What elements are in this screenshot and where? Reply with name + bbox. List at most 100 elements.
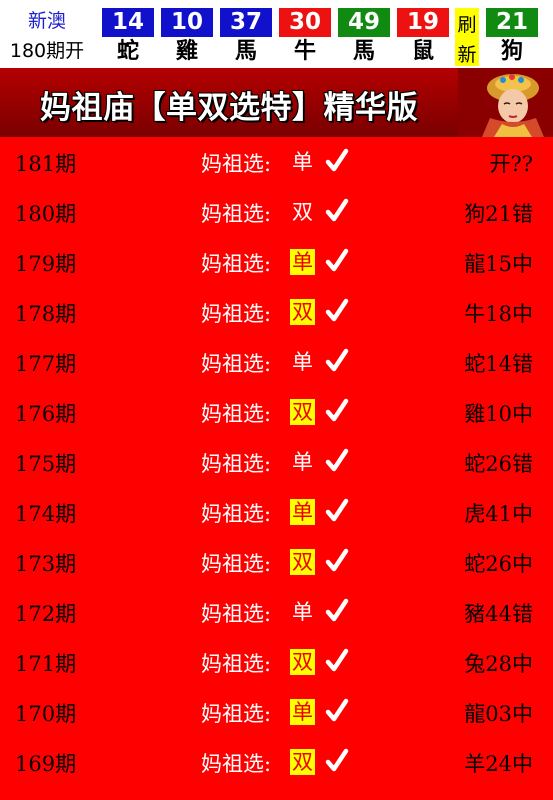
- prediction-row: 169期 妈祖选: 双 羊24中: [0, 737, 553, 787]
- result-label: 龍15中: [464, 252, 533, 276]
- prediction-row: 170期 妈祖选: 单 龍03中: [0, 687, 553, 737]
- result-label: 狗21错: [464, 202, 533, 226]
- period-label: 177期: [15, 352, 77, 376]
- result-ball: 30 牛: [277, 8, 333, 66]
- result-label: 豬44错: [464, 602, 533, 626]
- refresh-label-top: 刷: [457, 14, 477, 36]
- ball-zodiac: 鼠: [411, 38, 434, 64]
- ball-number: 14: [102, 8, 154, 37]
- period-label: 176期: [15, 402, 77, 426]
- ball-zodiac: 雞: [175, 38, 198, 64]
- ball-number: 21: [486, 8, 538, 37]
- banner: 妈祖庙【单双选特】精华版: [0, 68, 553, 137]
- pick-label: 妈祖选:: [201, 752, 272, 776]
- period-label: 170期: [15, 702, 77, 726]
- pick-label: 妈祖选:: [201, 352, 272, 376]
- result-label: 蛇14错: [464, 352, 533, 376]
- checkmark-icon: [325, 298, 349, 322]
- checkmark-icon: [325, 248, 349, 272]
- prediction-row: 179期 妈祖选: 单 龍15中: [0, 237, 553, 287]
- ball-zodiac: 馬: [234, 38, 257, 64]
- pick-value: 双: [290, 399, 315, 425]
- period-label: 172期: [15, 602, 77, 626]
- pick-label: 妈祖选:: [201, 552, 272, 576]
- result-ball: 49 馬: [336, 8, 392, 66]
- prediction-row: 177期 妈祖选: 单 蛇14错: [0, 337, 553, 387]
- checkmark-icon: [325, 348, 349, 372]
- prediction-row: 178期 妈祖选: 双 牛18中: [0, 287, 553, 337]
- pick-label: 妈祖选:: [201, 152, 272, 176]
- pick-value: 单: [292, 150, 313, 174]
- checkmark-icon: [325, 648, 349, 672]
- ball-zodiac: 牛: [293, 38, 316, 64]
- ball-number: 19: [397, 8, 449, 37]
- checkmark-icon: [325, 398, 349, 422]
- pick-value: 单: [292, 450, 313, 474]
- pick-value: 双: [290, 649, 315, 675]
- pick-value: 双: [292, 200, 313, 224]
- checkmark-icon: [325, 498, 349, 522]
- result-label: 雞10中: [464, 402, 533, 426]
- banner-title: 妈祖庙【单双选特】精华版: [40, 90, 418, 126]
- pick-label: 妈祖选:: [201, 652, 272, 676]
- period-label: 179期: [15, 252, 77, 276]
- ball-zodiac: 蛇: [116, 38, 139, 64]
- pick-label: 妈祖选:: [201, 452, 272, 476]
- refresh-label-bottom: 新: [457, 44, 477, 66]
- checkmark-icon: [325, 148, 349, 172]
- checkmark-icon: [325, 548, 349, 572]
- pick-value: 双: [290, 299, 315, 325]
- checkmark-icon: [325, 698, 349, 722]
- pick-label: 妈祖选:: [201, 302, 272, 326]
- ball-number: 30: [279, 8, 331, 37]
- period-label: 180期: [15, 202, 77, 226]
- result-label: 开??: [489, 152, 533, 176]
- pick-label: 妈祖选:: [201, 702, 272, 726]
- period-label: 174期: [15, 502, 77, 526]
- result-label: 龍03中: [464, 702, 533, 726]
- ball-zodiac: 馬: [352, 38, 375, 64]
- pick-label: 妈祖选:: [201, 402, 272, 426]
- refresh-button[interactable]: 刷 新: [455, 8, 479, 66]
- prediction-row: 174期 妈祖选: 单 虎41中: [0, 487, 553, 537]
- ball-number: 49: [338, 8, 390, 37]
- period-label: 169期: [15, 752, 77, 776]
- period-label: 171期: [15, 652, 77, 676]
- checkmark-icon: [325, 448, 349, 472]
- prediction-row: 181期 妈祖选: 单 开??: [0, 137, 553, 187]
- pick-label: 妈祖选:: [201, 252, 272, 276]
- checkmark-icon: [325, 748, 349, 772]
- pick-value: 单: [290, 699, 315, 725]
- period-label: 178期: [15, 302, 77, 326]
- ball-number: 37: [220, 8, 272, 37]
- result-label: 羊24中: [464, 752, 533, 776]
- pick-value: 单: [290, 499, 315, 525]
- lottery-name: 新澳: [27, 10, 66, 32]
- period-label: 175期: [15, 452, 77, 476]
- mazu-portrait-image: [458, 68, 553, 137]
- draw-info: 新澳 180期开: [0, 0, 94, 68]
- ball-number: 10: [161, 8, 213, 37]
- result-label: 蛇26中: [464, 552, 533, 576]
- result-ball: 10 雞: [159, 8, 215, 66]
- result-ball: 37 馬: [218, 8, 274, 66]
- checkmark-icon: [325, 598, 349, 622]
- page: 新澳 180期开 14 蛇 10 雞 37 馬 30 牛 49 馬 19 鼠 21 狗 刷 新 妈祖庙【单…: [0, 0, 553, 800]
- result-label: 虎41中: [464, 502, 533, 526]
- pick-value: 双: [290, 549, 315, 575]
- result-bar: 新澳 180期开 14 蛇 10 雞 37 馬 30 牛 49 馬 19 鼠 21 狗 刷 新: [0, 0, 553, 69]
- result-ball: 14 蛇: [100, 8, 156, 66]
- result-label: 兔28中: [464, 652, 533, 676]
- prediction-row: 173期 妈祖选: 双 蛇26中: [0, 537, 553, 587]
- ball-zodiac: 狗: [500, 38, 523, 64]
- prediction-row: 175期 妈祖选: 单 蛇26错: [0, 437, 553, 487]
- pick-value: 双: [290, 749, 315, 775]
- pick-label: 妈祖选:: [201, 502, 272, 526]
- prediction-row: 176期 妈祖选: 双 雞10中: [0, 387, 553, 437]
- draw-period: 180期开: [9, 40, 85, 62]
- prediction-row: 172期 妈祖选: 单 豬44错: [0, 587, 553, 637]
- checkmark-icon: [325, 198, 349, 222]
- pick-value: 单: [292, 600, 313, 624]
- result-label: 蛇26错: [464, 452, 533, 476]
- result-ball: 21 狗: [484, 8, 540, 66]
